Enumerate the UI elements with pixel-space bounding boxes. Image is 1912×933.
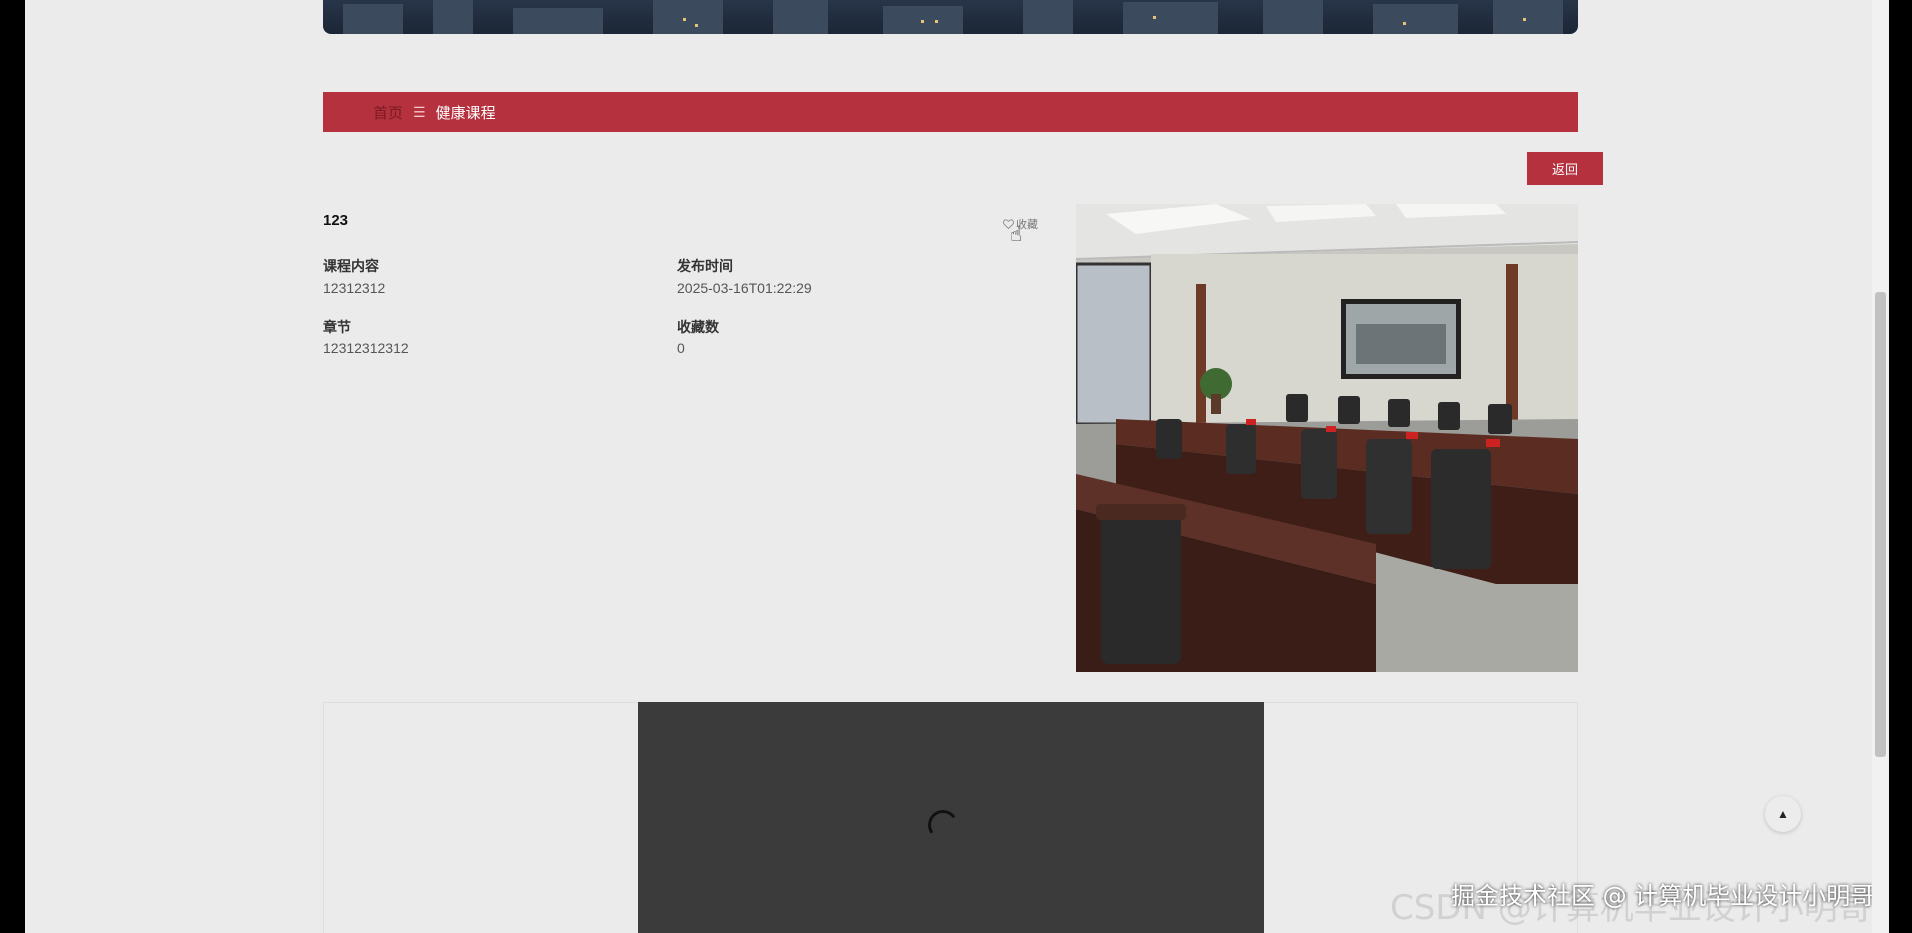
loading-spinner-icon	[925, 807, 961, 843]
field-label-publish-time: 发布时间	[677, 258, 733, 274]
arrow-up-icon: ▲	[1777, 807, 1789, 821]
breadcrumb-home-link[interactable]: 首页	[373, 102, 403, 123]
breadcrumb-current: 健康课程	[435, 104, 496, 122]
video-player[interactable]	[638, 702, 1264, 933]
breadcrumb: 首页 ☰ 健康课程	[323, 92, 1578, 132]
header-banner-image	[323, 0, 1578, 34]
field-value-publish-time: 2025-03-16T01:22:29	[677, 280, 812, 296]
scrollbar-thumb[interactable]	[1875, 292, 1886, 757]
vertical-scrollbar[interactable]	[1872, 0, 1889, 933]
breadcrumb-separator-icon: ☰	[413, 103, 426, 120]
field-value-chapter: 12312312312	[323, 340, 409, 356]
watermark-text: 掘金技术社区 @ 计算机毕业设计小明哥	[1451, 882, 1875, 910]
field-value-favorite-count: 0	[677, 340, 685, 356]
right-black-edge	[1889, 0, 1912, 933]
field-label-content: 课程内容	[323, 258, 379, 274]
field-label-favorite-count: 收藏数	[677, 319, 719, 335]
field-label-chapter: 章节	[323, 319, 351, 335]
back-button[interactable]: 返回	[1527, 152, 1603, 185]
back-to-top-button[interactable]: ▲	[1765, 796, 1801, 832]
hand-cursor-icon: ☝	[1010, 224, 1023, 246]
course-image	[1076, 204, 1578, 672]
field-value-content: 12312312	[323, 280, 386, 296]
page-content: 首页 ☰ 健康课程 返回 123 收藏 ☝ 课程内容 12312312 发布时间…	[25, 0, 1872, 933]
course-title: 123	[323, 212, 349, 229]
